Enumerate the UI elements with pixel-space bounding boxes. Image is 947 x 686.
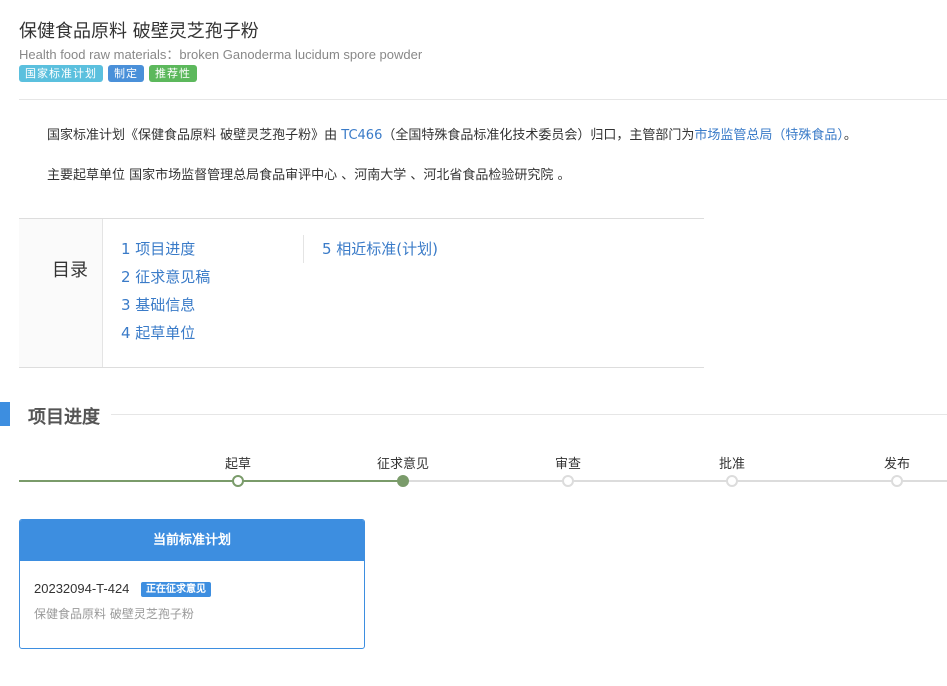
page-title: 保健食品原料 破壁灵芝孢子粉 bbox=[19, 21, 259, 42]
section-title: 项目进度 bbox=[28, 407, 100, 428]
step-label-4: 发布 bbox=[883, 457, 911, 472]
section-accent-bar bbox=[0, 402, 10, 426]
step-dot-1 bbox=[397, 475, 409, 487]
desc-text: 国家标准计划《保健食品原料 破壁灵芝孢子粉》由 bbox=[47, 128, 342, 143]
toc-items: 1 项目进度 2 征求意见稿 3 基础信息 4 起草单位 5 相近标准(计划) bbox=[102, 219, 705, 367]
progress-track-filled bbox=[19, 480, 403, 482]
step-label-2: 审查 bbox=[554, 457, 582, 472]
step-dot-0 bbox=[232, 475, 244, 487]
desc-text-mid: （全国特殊食品标准化技术委员会）归口，主管部门为 bbox=[382, 128, 695, 143]
table-of-contents: 目录 1 项目进度 2 征求意见稿 3 基础信息 4 起草单位 5 相近标准(计… bbox=[19, 218, 705, 368]
toc-separator bbox=[303, 235, 304, 263]
card-header: 当前标准计划 bbox=[20, 520, 364, 561]
tag-recommended: 推荐性 bbox=[149, 65, 197, 82]
step-dot-3 bbox=[726, 475, 738, 487]
description-line-1: 国家标准计划《保健食品原料 破壁灵芝孢子粉》由 TC466（全国特殊食品标准化技… bbox=[47, 124, 857, 143]
step-label-1: 征求意见 bbox=[376, 457, 430, 472]
step-dot-4 bbox=[891, 475, 903, 487]
step-label-3: 批准 bbox=[718, 457, 746, 472]
header-divider bbox=[19, 99, 947, 100]
description-line-2: 主要起草单位 国家市场监督管理总局食品审评中心 、河南大学 、河北省食品检验研究… bbox=[47, 168, 571, 183]
status-badge: 正在征求意见 bbox=[141, 582, 211, 597]
desc-text-end: 。 bbox=[843, 128, 857, 143]
current-plan-card[interactable]: 当前标准计划 20232094-T-424 正在征求意见 保健食品原料 破壁灵芝… bbox=[19, 519, 365, 649]
section-divider bbox=[111, 414, 947, 415]
toc-item-draft[interactable]: 2 征求意见稿 bbox=[121, 266, 210, 287]
toc-item-similar-standards[interactable]: 5 相近标准(计划) bbox=[322, 238, 438, 259]
tag-list: 国家标准计划 制定 推荐性 bbox=[19, 65, 197, 82]
toc-item-progress[interactable]: 1 项目进度 bbox=[121, 238, 195, 259]
toc-item-basic-info[interactable]: 3 基础信息 bbox=[121, 294, 195, 315]
step-dot-2 bbox=[562, 475, 574, 487]
tag-national-plan: 国家标准计划 bbox=[19, 65, 103, 82]
tc466-link[interactable]: TC466 bbox=[341, 128, 382, 143]
toc-item-drafting-units[interactable]: 4 起草单位 bbox=[121, 322, 195, 343]
tag-formulate: 制定 bbox=[108, 65, 144, 82]
page-subtitle: Health food raw materials：broken Ganoder… bbox=[19, 47, 423, 62]
plan-name: 保健食品原料 破壁灵芝孢子粉 bbox=[34, 607, 194, 621]
plan-code: 20232094-T-424 bbox=[34, 581, 130, 596]
toc-label: 目录 bbox=[52, 260, 88, 281]
department-link[interactable]: 市场监管总局（特殊食品） bbox=[694, 128, 844, 143]
step-label-0: 起草 bbox=[224, 457, 252, 472]
